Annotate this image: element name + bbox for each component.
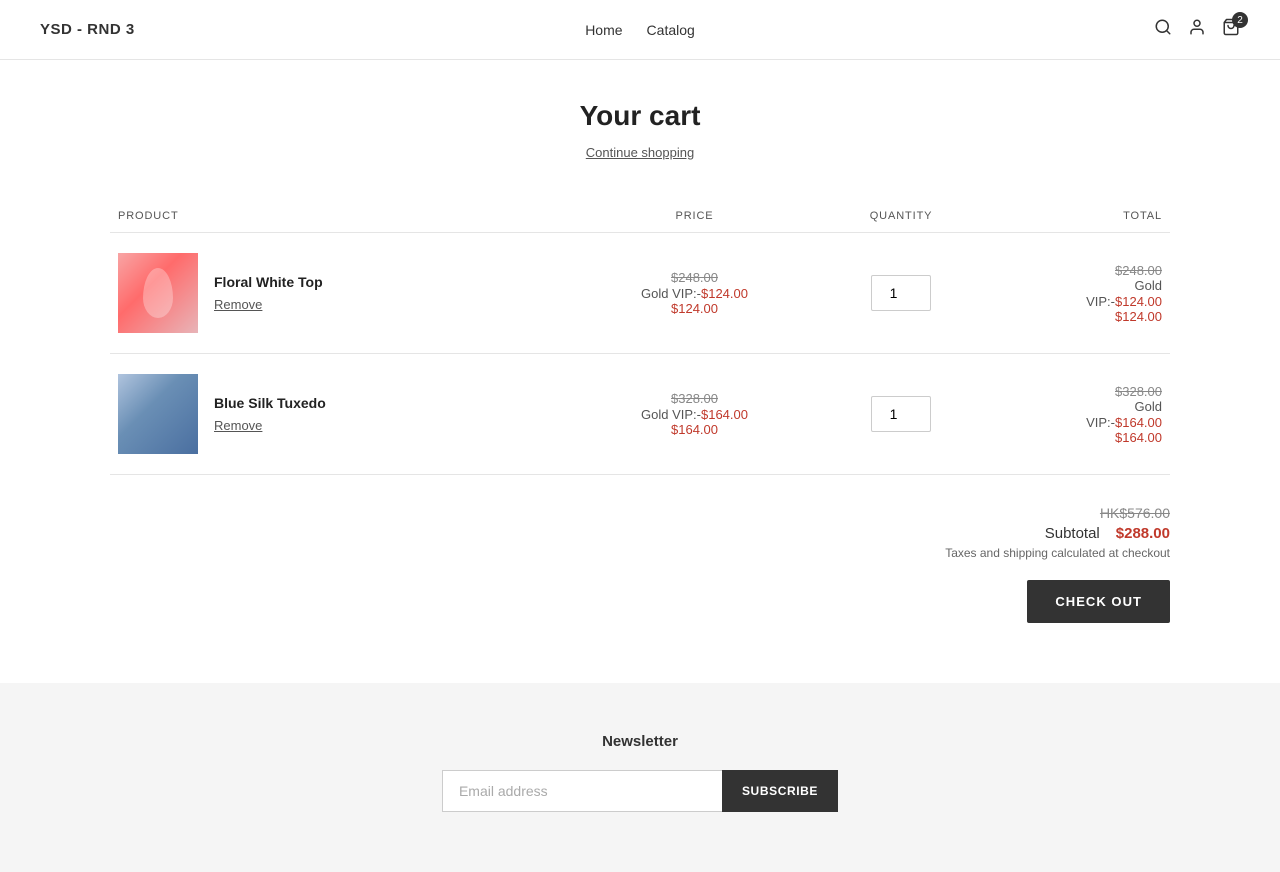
product-name-2: Blue Silk Tuxedo (214, 395, 326, 411)
product-header: PRODUCT (110, 200, 569, 233)
subscribe-button[interactable]: SUBSCRIBE (722, 770, 838, 812)
continue-shopping-link[interactable]: Continue shopping (586, 145, 694, 160)
price-final-1: $124.00 (577, 301, 813, 316)
search-icon[interactable] (1154, 18, 1172, 41)
total-cell-1: $248.00 Gold VIP:-$124.00 $124.00 (982, 233, 1170, 354)
total-vip-row-1: VIP:-$124.00 (990, 293, 1162, 309)
nav-home[interactable]: Home (585, 22, 622, 38)
total-original-2: $328.00 (990, 384, 1162, 399)
footer: Newsletter SUBSCRIBE (0, 683, 1280, 872)
newsletter-title: Newsletter (20, 733, 1260, 750)
remove-item-2[interactable]: Remove (214, 418, 262, 433)
subtotal-price: $288.00 (1116, 525, 1170, 542)
subtotal-label: Subtotal (1045, 525, 1100, 542)
remove-item-1[interactable]: Remove (214, 297, 262, 312)
account-icon[interactable] (1188, 18, 1206, 41)
total-vip-label-1: VIP:- (1086, 294, 1115, 309)
product-cell-2: Blue Silk Tuxedo Remove (110, 354, 569, 475)
page-title: Your cart (110, 100, 1170, 132)
price-gold-vip-2: Gold VIP:-$164.00 (577, 406, 813, 422)
checkout-button[interactable]: CHECK OUT (1027, 580, 1170, 623)
main-content: Your cart Continue shopping PRODUCT PRIC… (90, 60, 1190, 683)
product-cell-1: Floral White Top Remove (110, 233, 569, 354)
cart-table: PRODUCT PRICE QUANTITY TOTAL Floral Whit… (110, 200, 1170, 475)
logo: YSD - RND 3 (40, 21, 135, 38)
quantity-input-1[interactable] (871, 275, 931, 311)
header-icons: 2 (1154, 18, 1240, 41)
price-cell-2: $328.00 Gold VIP:-$164.00 $164.00 (569, 354, 821, 475)
gold-vip-price-1: $124.00 (701, 286, 748, 301)
header: YSD - RND 3 Home Catalog 2 (0, 0, 1280, 60)
total-vip-label-2: VIP:- (1086, 415, 1115, 430)
product-image-tuxedo (118, 374, 198, 454)
subtotal-original: HK$576.00 (1100, 505, 1170, 521)
quantity-input-2[interactable] (871, 396, 931, 432)
price-original-2: $328.00 (577, 391, 813, 406)
price-final-2: $164.00 (577, 422, 813, 437)
gold-vip-price-2: $164.00 (701, 407, 748, 422)
total-final-1: $124.00 (990, 309, 1162, 324)
continue-shopping-container: Continue shopping (110, 144, 1170, 160)
total-header: TOTAL (982, 200, 1170, 233)
total-final-2: $164.00 (990, 430, 1162, 445)
cart-items: Floral White Top Remove $248.00 Gold VIP… (110, 233, 1170, 475)
total-gold-label-2: Gold (990, 399, 1162, 414)
price-original-1: $248.00 (577, 270, 813, 285)
price-header: PRICE (569, 200, 821, 233)
qty-cell-1 (820, 233, 981, 354)
email-field[interactable] (442, 770, 722, 812)
cart-icon[interactable]: 2 (1222, 18, 1240, 41)
price-cell-1: $248.00 Gold VIP:-$124.00 $124.00 (569, 233, 821, 354)
main-nav: Home Catalog (585, 22, 695, 38)
subtotal-amount-row: Subtotal $288.00 (110, 525, 1170, 542)
gold-vip-label-2: Gold VIP:- (641, 407, 701, 422)
total-gold-label-1: Gold (990, 278, 1162, 293)
quantity-header: QUANTITY (820, 200, 981, 233)
table-row: Blue Silk Tuxedo Remove $328.00 Gold VIP… (110, 354, 1170, 475)
total-vip-price-1: $124.00 (1115, 294, 1162, 309)
qty-cell-2 (820, 354, 981, 475)
newsletter-form: SUBSCRIBE (20, 770, 1260, 812)
total-vip-row-2: VIP:-$164.00 (990, 414, 1162, 430)
cart-table-header: PRODUCT PRICE QUANTITY TOTAL (110, 200, 1170, 233)
price-gold-vip-1: Gold VIP:-$124.00 (577, 285, 813, 301)
product-name-1: Floral White Top (214, 274, 323, 290)
product-image-floral (118, 253, 198, 333)
total-cell-2: $328.00 Gold VIP:-$164.00 $164.00 (982, 354, 1170, 475)
nav-catalog[interactable]: Catalog (647, 22, 695, 38)
table-row: Floral White Top Remove $248.00 Gold VIP… (110, 233, 1170, 354)
subtotal-row: HK$576.00 (110, 505, 1170, 521)
subtotal-section: HK$576.00 Subtotal $288.00 Taxes and shi… (110, 505, 1170, 623)
total-vip-price-2: $164.00 (1115, 415, 1162, 430)
total-original-1: $248.00 (990, 263, 1162, 278)
gold-vip-label-1: Gold VIP:- (641, 286, 701, 301)
tax-note: Taxes and shipping calculated at checkou… (110, 546, 1170, 560)
cart-count: 2 (1232, 12, 1248, 28)
